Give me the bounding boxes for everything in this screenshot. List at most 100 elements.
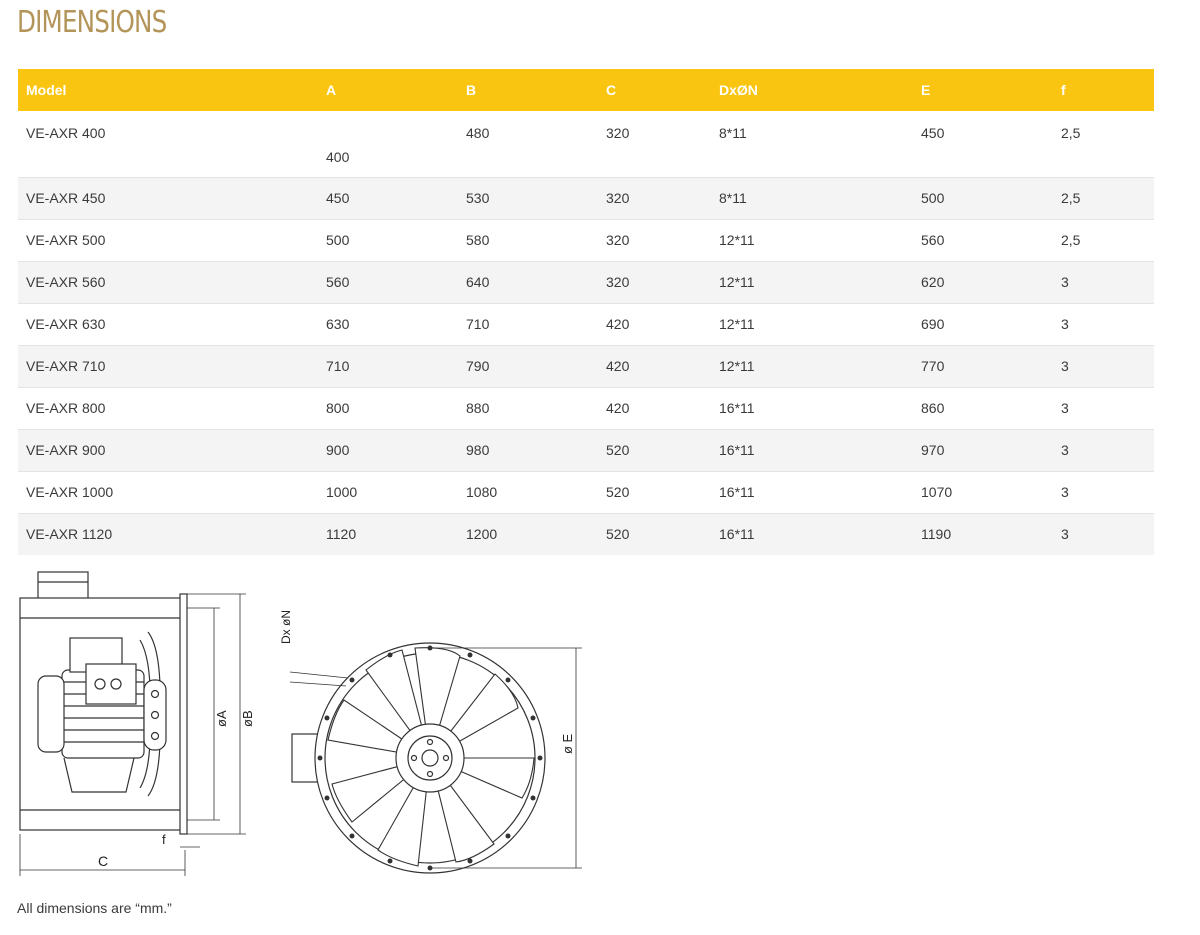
cell-f: 3 [1053, 428, 1154, 471]
cell-b: 880 [458, 386, 598, 429]
cell-f: 2,5 [1061, 125, 1081, 141]
table-row: VE-AXR 1000 1000 1080 520 16*11 1070 3 [18, 470, 1154, 513]
cell-dxn: 8*11 [711, 176, 913, 219]
cell-b: 980 [458, 428, 598, 471]
cell-f: 3 [1053, 344, 1154, 387]
cell-c: 320 [598, 218, 711, 261]
cell-b: 640 [458, 260, 598, 303]
cell-model: VE-AXR 500 [18, 218, 318, 261]
cell-dxn: 16*11 [711, 386, 913, 429]
header-b: B [458, 69, 598, 111]
cell-e: 1070 [913, 470, 1053, 513]
cell-e: 620 [913, 260, 1053, 303]
label-a: øA [214, 710, 229, 727]
table-row: VE-AXR 400 400 480 320 8*11 450 2,5 [18, 111, 1154, 177]
fan-front-view [289, 642, 582, 874]
cell-c: 420 [598, 344, 711, 387]
label-c: C [98, 853, 108, 869]
cell-c: 320 [606, 125, 630, 141]
cell-model: VE-AXR 400 [26, 125, 106, 141]
cell-e: 560 [913, 218, 1053, 261]
table-row: VE-AXR 900 900 980 520 16*11 970 3 [18, 428, 1154, 471]
cell-f: 3 [1053, 302, 1154, 345]
cell-a: 450 [318, 176, 458, 219]
cell-a: 500 [318, 218, 458, 261]
cell-f: 3 [1053, 512, 1154, 555]
cell-a: 710 [318, 344, 458, 387]
header-dxn: DxØN [711, 69, 913, 111]
cell-b: 530 [458, 176, 598, 219]
cell-c: 420 [598, 386, 711, 429]
header-e: E [913, 69, 1053, 111]
cell-f: 2,5 [1053, 176, 1154, 219]
cell-c: 520 [598, 512, 711, 555]
fan-side-view [19, 571, 246, 876]
table-row: VE-AXR 630 630 710 420 12*11 690 3 [18, 302, 1154, 345]
table-row: VE-AXR 710 710 790 420 12*11 770 3 [18, 344, 1154, 387]
cell-dxn: 12*11 [711, 218, 913, 261]
cell-b: 580 [458, 218, 598, 261]
cell-c: 520 [598, 428, 711, 471]
header-a: A [318, 69, 458, 111]
cell-e: 860 [913, 386, 1053, 429]
header-c: C [598, 69, 711, 111]
cell-b: 1200 [458, 512, 598, 555]
cell-b: 790 [458, 344, 598, 387]
cell-c: 320 [598, 260, 711, 303]
label-dxn: Dx øN [279, 610, 293, 644]
table-row: VE-AXR 450 450 530 320 8*11 500 2,5 [18, 176, 1154, 219]
cell-e: 770 [913, 344, 1053, 387]
cell-e: 1190 [913, 512, 1053, 555]
table-row: VE-AXR 500 500 580 320 12*11 560 2,5 [18, 218, 1154, 261]
cell-a: 1000 [318, 470, 458, 513]
label-e: ø E [560, 733, 575, 754]
cell-a: 800 [318, 386, 458, 429]
cell-e: 690 [913, 302, 1053, 345]
cell-b: 480 [466, 125, 490, 141]
cell-c: 320 [598, 176, 711, 219]
label-f: f [162, 832, 166, 847]
cell-dxn: 16*11 [711, 428, 913, 471]
cell-e: 500 [913, 176, 1053, 219]
table-row: VE-AXR 800 800 880 420 16*11 860 3 [18, 386, 1154, 429]
cell-e: 450 [921, 125, 945, 141]
table-row: VE-AXR 560 560 640 320 12*11 620 3 [18, 260, 1154, 303]
cell-model: VE-AXR 1000 [18, 470, 318, 513]
cell-model: VE-AXR 630 [18, 302, 318, 345]
cell-dxn: 8*11 [719, 125, 747, 141]
cell-model: VE-AXR 560 [18, 260, 318, 303]
cell-dxn: 12*11 [711, 344, 913, 387]
cell-model: VE-AXR 450 [18, 176, 318, 219]
page-title: DIMENSIONS [17, 5, 167, 40]
footnote: All dimensions are “mm.” [17, 900, 172, 916]
label-b: øB [240, 710, 255, 727]
cell-model: VE-AXR 800 [18, 386, 318, 429]
table-header-row: Model A B C DxØN E f [18, 69, 1154, 111]
cell-a: 560 [318, 260, 458, 303]
cell-b: 1080 [458, 470, 598, 513]
cell-dxn: 16*11 [711, 512, 913, 555]
cell-f: 2,5 [1053, 218, 1154, 261]
cell-c: 520 [598, 470, 711, 513]
cell-e: 970 [913, 428, 1053, 471]
cell-a: 630 [318, 302, 458, 345]
cell-dxn: 16*11 [711, 470, 913, 513]
cell-c: 420 [598, 302, 711, 345]
cell-b: 710 [458, 302, 598, 345]
header-f: f [1053, 69, 1154, 111]
cell-model: VE-AXR 900 [18, 428, 318, 471]
cell-dxn: 12*11 [711, 302, 913, 345]
cell-f: 3 [1053, 260, 1154, 303]
fan-technical-drawing: øA øB C f ø E Dx øN [19, 571, 582, 876]
cell-model: VE-AXR 1120 [18, 512, 318, 555]
cell-model: VE-AXR 710 [18, 344, 318, 387]
cell-a: 1120 [318, 512, 458, 555]
cell-a: 400 [326, 148, 350, 165]
header-model: Model [18, 69, 318, 111]
cell-dxn: 12*11 [711, 260, 913, 303]
table-row: VE-AXR 1120 1120 1200 520 16*11 1190 3 [18, 512, 1154, 555]
dimensions-table: Model A B C DxØN E f VE-AXR 400 400 480 … [18, 69, 1154, 555]
cell-a: 900 [318, 428, 458, 471]
cell-f: 3 [1053, 386, 1154, 429]
cell-f: 3 [1053, 470, 1154, 513]
